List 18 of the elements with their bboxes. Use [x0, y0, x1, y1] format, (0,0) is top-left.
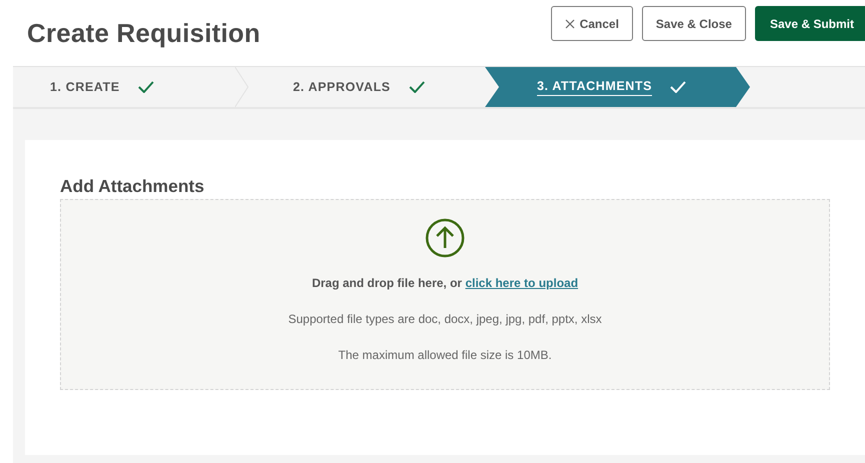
step-tab[interactable]: 3. ATTACHMENTS — [485, 67, 750, 107]
upload-link[interactable]: click here to upload — [465, 276, 578, 290]
step-tab[interactable]: 1. CREATE — [13, 67, 235, 107]
section-title: Add Attachments — [60, 176, 206, 197]
drop-instructions: Drag and drop file here, or click here to upload — [312, 276, 578, 290]
page-title: Create Requisition — [27, 18, 260, 48]
drop-zone[interactable]: Drag and drop file here, or click here to upload Supported file types are doc, docx, jpeg, jpg, pdf, pptx, xlsx The maximum allowed file size is 10MB. — [60, 199, 830, 390]
submit-button[interactable]: Save & Submit — [754, 6, 865, 41]
check-icon — [670, 81, 686, 93]
cancel-button[interactable]: Cancel — [550, 6, 633, 41]
check-icon — [408, 81, 424, 93]
save-button[interactable]: Save & Close — [642, 6, 746, 41]
close-icon — [564, 18, 575, 28]
file-types-note: Supported file types are doc, docx, jpeg, jpg, pdf, pptx, xlsx — [288, 312, 602, 326]
step-tab[interactable]: 2. APPROVALS — [235, 67, 485, 107]
upload-icon — [425, 218, 465, 258]
check-icon — [138, 81, 154, 93]
file-size-note: The maximum allowed file size is 10MB. — [338, 348, 552, 362]
